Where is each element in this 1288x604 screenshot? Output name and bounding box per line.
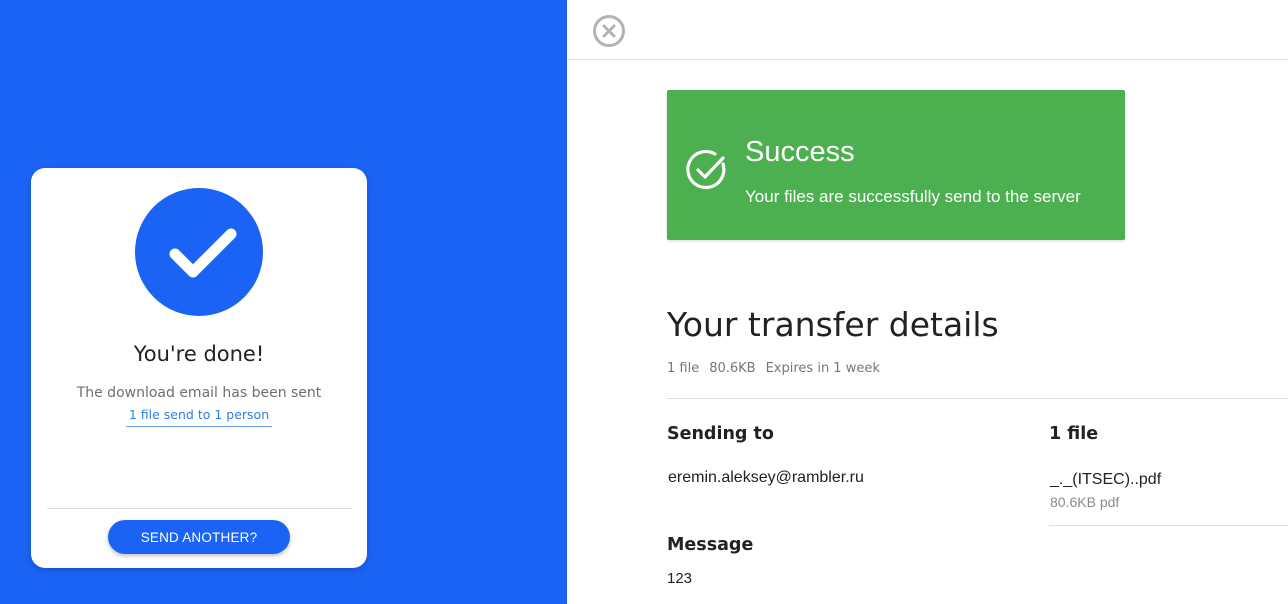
sending-to-heading: Sending to xyxy=(667,424,774,444)
close-circle-icon xyxy=(593,15,625,47)
file-name: _._(ITSEC)..pdf xyxy=(1050,471,1162,488)
send-another-button[interactable]: SEND ANOTHER? xyxy=(108,520,290,554)
check-circle-icon xyxy=(686,149,726,190)
page-title: Your transfer details xyxy=(667,305,999,344)
details-divider xyxy=(667,398,1288,399)
left-panel: You're done! The download email has been… xyxy=(0,0,567,604)
transfer-details-panel: Success Your files are successfully send… xyxy=(567,0,1288,604)
alert-message: Your files are successfully send to the … xyxy=(745,187,1081,206)
success-alert: Success Your files are successfully send… xyxy=(667,90,1125,240)
header-divider xyxy=(567,59,1288,60)
file-info: 80.6KB pdf xyxy=(1050,494,1120,510)
recipient-email: eremin.aleksey@rambler.ru xyxy=(668,469,864,486)
card-divider xyxy=(47,508,352,509)
transfer-meta: 1 file 80.6KB Expires in 1 week xyxy=(667,361,890,376)
message-heading: Message xyxy=(667,535,754,555)
done-card: You're done! The download email has been… xyxy=(31,168,367,568)
files-heading: 1 file xyxy=(1049,424,1099,444)
expiry: Expires in 1 week xyxy=(765,361,880,376)
done-subtitle: The download email has been sent xyxy=(76,385,322,401)
file-divider xyxy=(1049,525,1288,526)
close-button[interactable] xyxy=(592,14,626,48)
recipients-link[interactable]: 1 file send to 1 person xyxy=(126,407,272,427)
alert-title: Success xyxy=(745,136,855,168)
done-badge xyxy=(135,188,263,316)
transfer-size: 80.6KB xyxy=(709,361,756,376)
message-text: 123 xyxy=(667,570,693,587)
file-count: 1 file xyxy=(667,361,700,376)
done-title: You're done! xyxy=(133,342,265,366)
checkmark-icon xyxy=(169,228,237,278)
